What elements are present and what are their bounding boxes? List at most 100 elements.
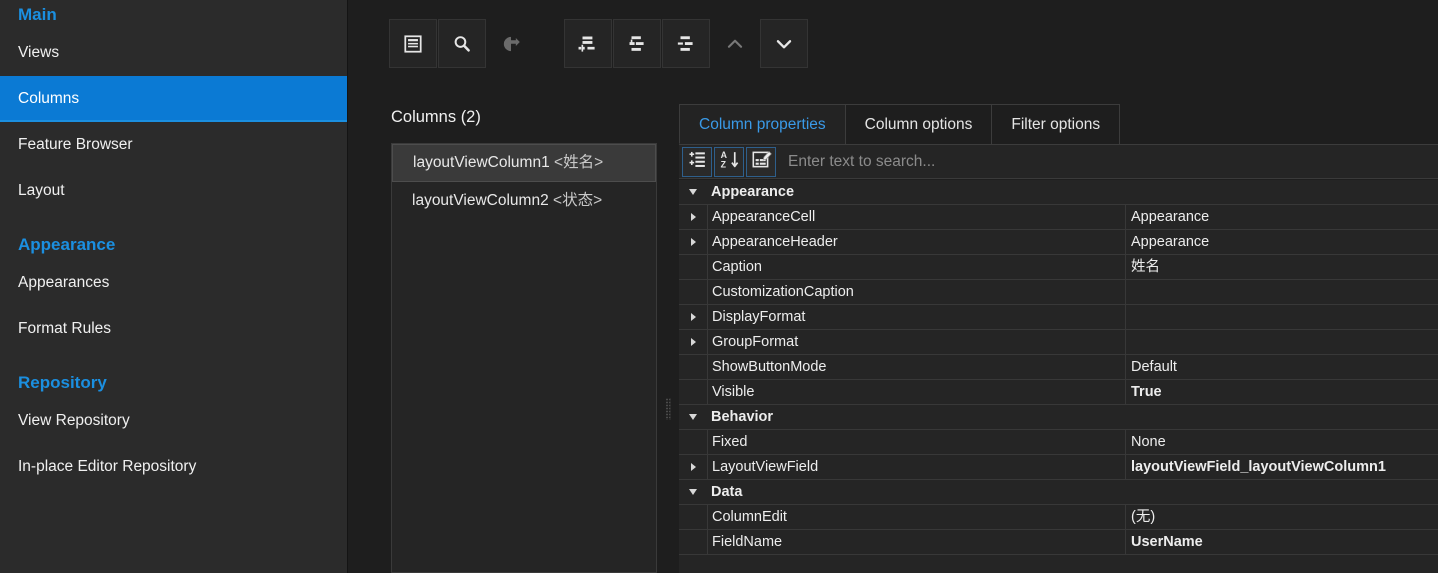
expand-arrow-icon[interactable] <box>690 238 696 246</box>
property-category-row[interactable]: Appearance <box>679 180 1438 205</box>
sidebar-item-columns[interactable]: Columns <box>0 76 347 122</box>
move-down-button[interactable] <box>760 19 808 68</box>
property-value[interactable] <box>1126 405 1438 430</box>
property-name: Behavior <box>711 408 774 425</box>
panel-splitter[interactable] <box>660 104 676 573</box>
property-row[interactable]: CustomizationCaption <box>679 279 1438 305</box>
sidebar-item-label: Format Rules <box>18 320 112 337</box>
property-value[interactable]: 姓名 <box>1126 255 1438 280</box>
columns-panel: Columns (2) layoutViewColumn1 <姓名> layout… <box>389 104 657 573</box>
row-expander <box>679 189 707 195</box>
tab-column-options[interactable]: Column options <box>844 104 993 144</box>
property-row[interactable]: Fixed None <box>679 429 1438 455</box>
property-category-row[interactable]: Data <box>679 480 1438 505</box>
categorized-icon <box>687 149 708 175</box>
property-row[interactable]: AppearanceCell Appearance <box>679 204 1438 230</box>
row-expander <box>679 313 707 321</box>
row-expander <box>679 238 707 246</box>
property-pages-icon <box>751 149 772 175</box>
add-child-button[interactable] <box>613 19 661 68</box>
sidebar-item-label: Appearances <box>18 274 110 291</box>
property-name: ColumnEdit <box>707 504 1126 530</box>
property-row[interactable]: DisplayFormat <box>679 304 1438 330</box>
sidebar-item-view-repository[interactable]: View Repository <box>0 398 347 444</box>
alphabetical-sort-button[interactable]: AZ <box>714 146 744 177</box>
sidebar-item-label: Views <box>18 44 60 61</box>
categorized-sort-button[interactable] <box>682 146 712 177</box>
sidebar-item-appearances[interactable]: Appearances <box>0 260 347 306</box>
columns-list-item[interactable]: layoutViewColumn2 <状态> <box>392 182 656 220</box>
property-name: Caption <box>707 254 1126 280</box>
property-name: ShowButtonMode <box>707 354 1126 380</box>
row-expander <box>679 489 707 495</box>
tab-column-properties[interactable]: Column properties <box>679 104 846 144</box>
expand-arrow-icon[interactable] <box>690 213 696 221</box>
property-pages-button[interactable] <box>746 146 776 177</box>
property-row[interactable]: Caption 姓名 <box>679 254 1438 280</box>
property-name: LayoutViewField <box>707 454 1126 480</box>
property-row[interactable]: LayoutViewField layoutViewField_layoutVie… <box>679 454 1438 480</box>
content-pane: Columns (2) layoutViewColumn1 <姓名> layout… <box>348 0 1438 573</box>
properties-list-icon <box>402 33 424 55</box>
property-row[interactable]: FieldName UserName <box>679 529 1438 555</box>
search-icon <box>451 33 473 55</box>
search-input[interactable] <box>782 146 1438 177</box>
sidebar-item-label: Layout <box>18 182 65 199</box>
tab-label: Column properties <box>699 116 826 133</box>
property-row[interactable]: GroupFormat <box>679 329 1438 355</box>
sidebar-item-layout[interactable]: Layout <box>0 168 347 214</box>
property-value[interactable]: UserName <box>1126 530 1438 555</box>
expand-arrow-icon[interactable] <box>690 313 696 321</box>
property-row[interactable]: ShowButtonMode Default <box>679 354 1438 380</box>
navigation-sidebar: Main Views Columns Feature Browser Layout App… <box>0 0 348 573</box>
property-name: Fixed <box>707 429 1126 455</box>
collapse-arrow-icon[interactable] <box>689 189 697 195</box>
property-value[interactable]: Default <box>1126 355 1438 380</box>
sidebar-item-format-rules[interactable]: Format Rules <box>0 306 347 352</box>
remove-item-button[interactable] <box>662 19 710 68</box>
remove-node-icon <box>675 33 697 55</box>
property-row[interactable]: AppearanceHeader Appearance <box>679 229 1438 255</box>
row-expander <box>679 338 707 346</box>
collapse-arrow-icon[interactable] <box>689 489 697 495</box>
property-value[interactable] <box>1126 480 1438 505</box>
property-name: CustomizationCaption <box>707 279 1126 305</box>
property-name: DisplayFormat <box>707 304 1126 330</box>
property-row[interactable]: Visible True <box>679 379 1438 405</box>
sidebar-item-views[interactable]: Views <box>0 30 347 76</box>
splitter-grip-icon <box>665 398 671 420</box>
property-category-row[interactable]: Behavior <box>679 405 1438 430</box>
property-value[interactable]: layoutViewField_layoutViewColumn1 <box>1126 455 1438 480</box>
show-properties-button[interactable] <box>389 19 437 68</box>
property-name: Data <box>711 483 743 500</box>
tab-label: Filter options <box>1011 116 1101 133</box>
property-value[interactable]: Appearance <box>1126 205 1438 230</box>
property-value[interactable]: None <box>1126 430 1438 455</box>
property-name: Appearance <box>711 183 795 200</box>
column-item-name: layoutViewColumn2 <box>412 192 549 209</box>
property-value[interactable] <box>1126 330 1438 355</box>
tab-label: Column options <box>864 116 973 133</box>
property-value[interactable] <box>1126 280 1438 305</box>
columns-list[interactable]: layoutViewColumn1 <姓名> layoutViewColumn2 … <box>391 143 657 573</box>
expand-arrow-icon[interactable] <box>690 338 696 346</box>
property-value[interactable] <box>1126 305 1438 330</box>
property-value[interactable]: Appearance <box>1126 230 1438 255</box>
property-value[interactable] <box>1126 180 1438 205</box>
add-item-button[interactable] <box>564 19 612 68</box>
find-button[interactable] <box>438 19 486 68</box>
chevron-down-icon <box>773 33 795 55</box>
columns-list-item[interactable]: layoutViewColumn1 <姓名> <box>392 144 656 182</box>
collapse-arrow-icon[interactable] <box>689 414 697 420</box>
expand-arrow-icon[interactable] <box>690 463 696 471</box>
sidebar-item-feature-browser[interactable]: Feature Browser <box>0 122 347 168</box>
property-row[interactable]: ColumnEdit (无) <box>679 504 1438 530</box>
tab-filter-options[interactable]: Filter options <box>991 104 1121 144</box>
property-value[interactable]: (无) <box>1126 505 1438 530</box>
chevron-up-icon <box>724 33 746 55</box>
property-grid[interactable]: Appearance AppearanceCell Appearance Appear… <box>679 180 1438 573</box>
property-value[interactable]: True <box>1126 380 1438 405</box>
sidebar-item-in-place-editor-repository[interactable]: In-place Editor Repository <box>0 444 347 490</box>
property-toolbar: AZ <box>679 145 1438 179</box>
designer-window: Main Views Columns Feature Browser Layout App… <box>0 0 1438 573</box>
